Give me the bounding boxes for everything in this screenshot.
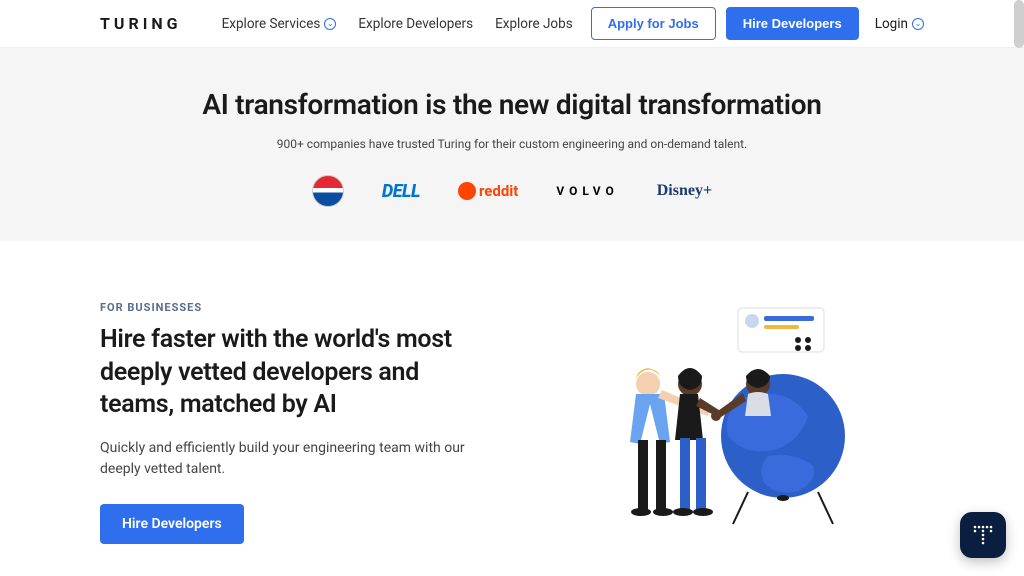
hire-developers-cta-button[interactable]: Hire Developers	[100, 504, 244, 544]
pepsi-logo	[312, 175, 344, 207]
nav-explore-jobs[interactable]: Explore Jobs	[495, 16, 573, 32]
business-illustration	[532, 301, 924, 541]
turing-t-icon	[971, 523, 995, 547]
hiring-globe-illustration	[588, 306, 868, 536]
chevron-down-icon: ⌄	[324, 18, 336, 30]
nav-explore-developers[interactable]: Explore Developers	[358, 16, 473, 32]
volvo-logo: VOLVO	[556, 184, 618, 198]
pepsi-icon	[312, 175, 344, 207]
hire-developers-button[interactable]: Hire Developers	[726, 7, 859, 40]
business-heading: Hire faster with the world's most deeply…	[100, 324, 492, 422]
login-label: Login	[875, 16, 908, 32]
business-content: FOR BUSINESSES Hire faster with the worl…	[100, 301, 492, 544]
chat-widget-button[interactable]	[960, 512, 1006, 558]
apply-jobs-button[interactable]: Apply for Jobs	[591, 7, 716, 40]
chevron-down-icon: ⌄	[912, 18, 924, 30]
main-nav: Explore Services ⌄ Explore Developers Ex…	[222, 16, 573, 32]
hero-title: AI transformation is the new digital tra…	[20, 88, 1004, 121]
business-section: FOR BUSINESSES Hire faster with the worl…	[0, 241, 1024, 564]
reddit-logo: reddit	[458, 182, 518, 200]
header-actions: Apply for Jobs Hire Developers Login ⌄	[591, 7, 924, 40]
nav-explore-services-label: Explore Services	[222, 16, 321, 32]
business-body: Quickly and efficiently build your engin…	[100, 438, 480, 480]
scrollbar-thumb[interactable]	[1014, 0, 1024, 48]
hero-section: AI transformation is the new digital tra…	[0, 48, 1024, 241]
dell-logo: DELL	[382, 181, 420, 202]
disney-logo: Disney+	[657, 182, 712, 200]
nav-explore-jobs-label: Explore Jobs	[495, 16, 573, 32]
business-eyebrow: FOR BUSINESSES	[100, 301, 492, 314]
nav-explore-developers-label: Explore Developers	[358, 16, 473, 32]
turing-logo[interactable]: TURING	[100, 14, 182, 33]
header: TURING Explore Services ⌄ Explore Develo…	[0, 0, 1024, 48]
hero-subtitle: 900+ companies have trusted Turing for t…	[20, 137, 1004, 151]
company-logos: DELL reddit VOLVO Disney+	[20, 175, 1004, 207]
login-link[interactable]: Login ⌄	[875, 16, 924, 32]
reddit-label: reddit	[479, 182, 518, 200]
nav-explore-services[interactable]: Explore Services ⌄	[222, 16, 337, 32]
reddit-icon	[458, 182, 476, 200]
